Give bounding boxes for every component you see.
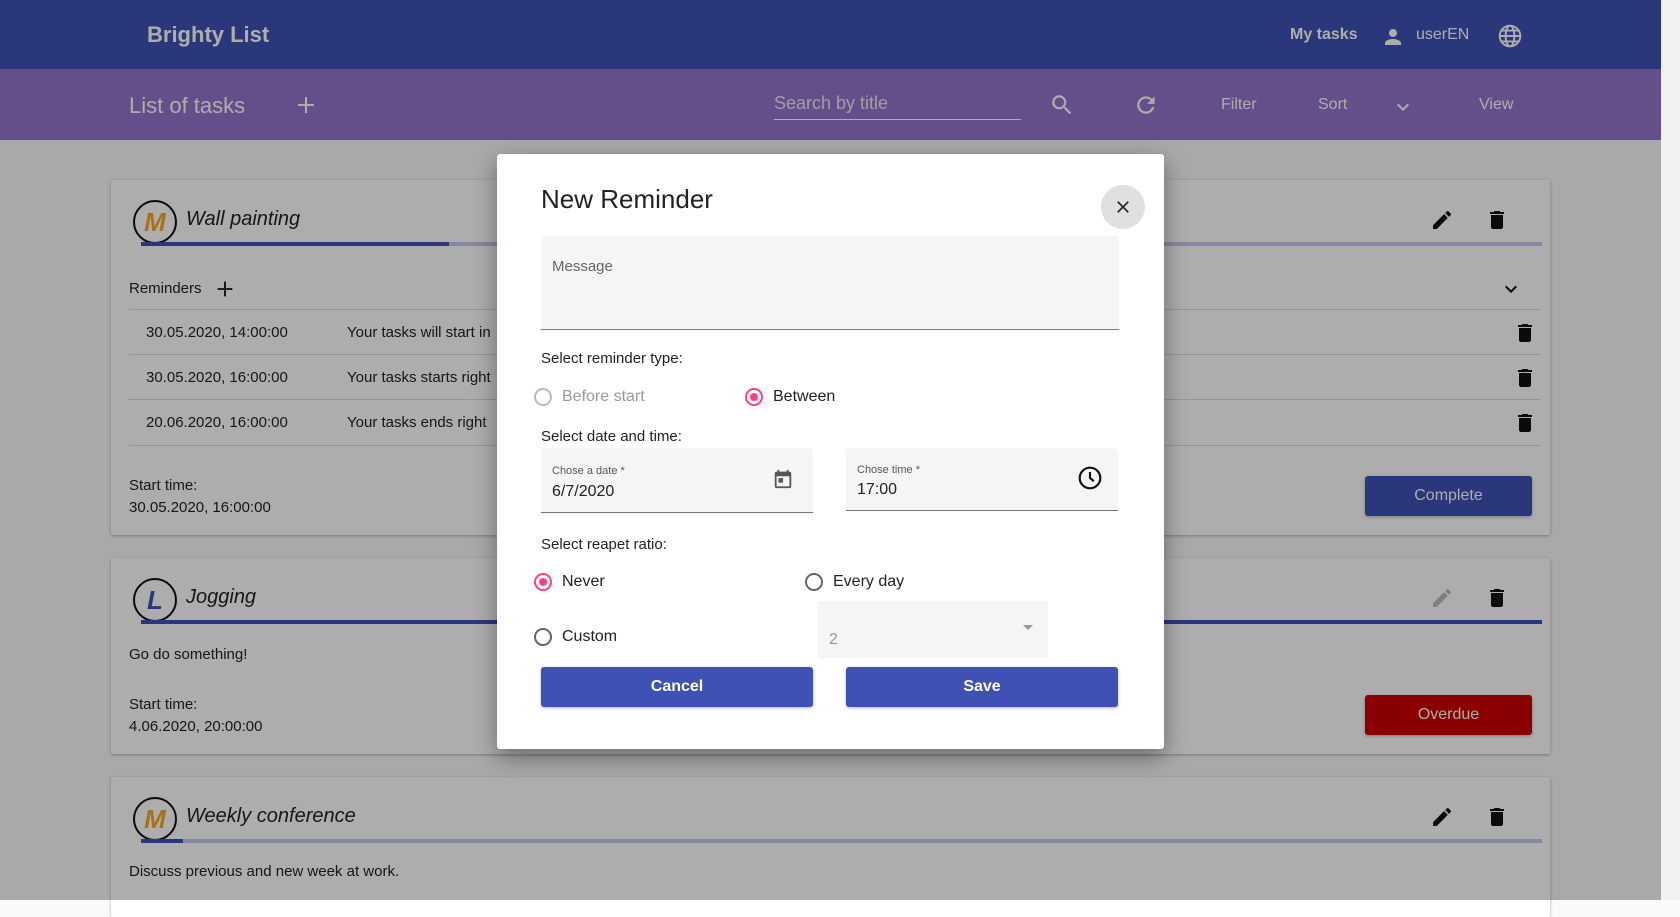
dropdown-arrow-icon [1023,625,1033,630]
clock-icon[interactable] [1077,465,1103,491]
datetime-label: Select date and time: [541,428,682,445]
date-field[interactable]: Chose a date * 6/7/2020 [541,448,813,513]
close-button[interactable] [1101,185,1145,229]
close-icon [1117,201,1129,213]
save-button[interactable]: Save [846,667,1118,707]
radio-label: Never [562,573,605,590]
time-field-value: 17:00 [857,481,898,498]
message-field[interactable]: Message [541,236,1119,330]
repeat-ratio-label: Select reapet ratio: [541,536,667,553]
custom-days-value: 2 [829,631,838,648]
radio-never[interactable]: Never [534,573,605,591]
radio-every-day[interactable]: Every day [805,573,904,591]
new-reminder-dialog: New Reminder Message Select reminder typ… [497,154,1164,749]
calendar-icon[interactable] [772,468,794,490]
radio-before-start[interactable]: Before start [534,388,645,406]
date-field-value: 6/7/2020 [552,483,615,500]
radio-label: Between [773,388,836,405]
time-field[interactable]: Chose time * 17:00 [846,448,1118,511]
radio-label: Every day [833,573,905,590]
message-placeholder: Message [552,258,613,275]
cancel-button[interactable]: Cancel [541,667,813,707]
radio-circle [805,573,823,591]
date-field-label: Chose a date * [552,465,625,477]
dialog-title: New Reminder [541,184,713,214]
radio-circle [745,388,763,406]
scrollbar[interactable] [1661,0,1680,900]
time-field-label: Chose time * [857,464,920,476]
radio-circle [534,573,552,591]
radio-custom[interactable]: Custom [534,628,617,646]
radio-circle [534,628,552,646]
radio-label: Before start [562,388,645,405]
radio-label: Custom [562,628,618,645]
custom-days-select[interactable]: 2 [818,601,1048,658]
radio-between[interactable]: Between [745,388,835,406]
reminder-type-label: Select reminder type: [541,350,683,367]
radio-circle [534,388,552,406]
